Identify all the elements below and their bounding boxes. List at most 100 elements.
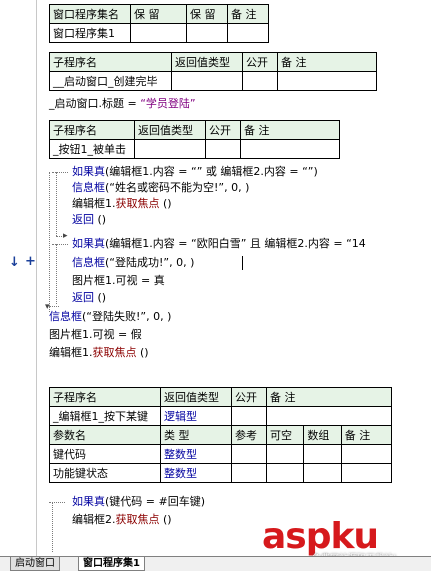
header-cell: 子程序名 [49, 52, 172, 72]
subroutine-name-cell[interactable]: __启动窗口_创建完毕 [49, 71, 172, 91]
table-cell[interactable] [227, 23, 269, 43]
table-cell[interactable] [186, 23, 228, 43]
code-line[interactable]: 信息框(“登陆成功!”, 0, ) [72, 255, 194, 271]
table-cell[interactable] [265, 463, 305, 483]
code-line[interactable]: 图片框1.可视 = 假 [49, 327, 142, 343]
code-keyword: 如果真 [72, 495, 105, 508]
code-object: 编辑框2. [72, 513, 116, 526]
header-cell: 参数名 [49, 425, 161, 445]
flow-line [52, 244, 68, 245]
param-name-cell[interactable]: 功能键状态 [49, 463, 161, 483]
code-line[interactable]: 编辑框1.获取焦点 () [49, 345, 149, 361]
header-cell: 公开 [242, 52, 278, 72]
table-cell[interactable] [340, 444, 393, 464]
header-cell: 返回值类型 [160, 387, 232, 407]
flow-line [52, 502, 53, 552]
gutter-separator [36, 0, 37, 556]
table-cell[interactable] [134, 139, 206, 159]
header-cell: 参考 [231, 425, 267, 445]
code-line[interactable]: 编辑框1.获取焦点 () [72, 196, 172, 212]
code-object: 编辑框1. [72, 197, 116, 210]
table-cell[interactable] [171, 71, 243, 91]
table-cell[interactable] [265, 444, 305, 464]
flow-arrow-icon: ▸ [63, 231, 68, 241]
param-name-cell[interactable]: 键代码 [49, 444, 161, 464]
code-line[interactable]: 信息框(“登陆失败!”, 0, ) [49, 309, 171, 325]
header-cell: 可空 [265, 425, 305, 445]
table-cell[interactable] [205, 139, 241, 159]
code-keyword: 返回 [72, 291, 94, 304]
subroutine-table-3: 子程序名 返回值类型 公开 备 注 _编辑框1_按下某键 逻辑型 参数名 类 型… [49, 387, 393, 483]
subroutine-name-cell[interactable]: _编辑框1_按下某键 [49, 406, 161, 426]
header-cell: 保 留 [130, 4, 187, 24]
flow-line [49, 306, 59, 307]
tab-program-set-1[interactable]: 窗口程序集1 [78, 557, 145, 571]
table-cell[interactable] [242, 71, 278, 91]
program-set-table: 窗口程序集名 保 留 保 留 备 注 窗口程序集1 [49, 4, 269, 43]
code-text: () [94, 291, 107, 304]
code-line[interactable]: _启动窗口.标题 = “学员登陆” [49, 96, 196, 112]
header-cell: 返回值类型 [171, 52, 243, 72]
table-row: 键代码 整数型 [49, 444, 393, 464]
code-string: “学员登陆” [140, 97, 196, 110]
code-property: .标题 = [98, 97, 141, 110]
code-object: 编辑框1. [49, 346, 93, 359]
table-cell[interactable] [340, 463, 393, 483]
flow-line [56, 172, 57, 236]
table-cell[interactable] [266, 406, 392, 426]
code-line[interactable]: 如果真(编辑框1.内容 = “” 或 编辑框2.内容 = “”) [72, 164, 318, 180]
code-method: 获取焦点 [115, 513, 160, 526]
line-gutter [0, 0, 38, 556]
return-type-cell[interactable]: 逻辑型 [160, 406, 232, 426]
code-text: () [94, 213, 107, 226]
expand-plus-icon[interactable]: + [25, 254, 36, 269]
param-type-cell[interactable]: 整数型 [160, 444, 232, 464]
header-cell: 子程序名 [49, 387, 161, 407]
header-cell: 窗口程序集名 [49, 4, 131, 24]
subroutine-table-2: 子程序名 返回值类型 公开 备 注 _按钮1_被单击 [49, 120, 340, 159]
code-text: (“登陆成功!”, 0, ) [105, 256, 195, 269]
table-cell[interactable] [277, 71, 377, 91]
header-cell: 返回值类型 [134, 120, 206, 140]
code-line[interactable]: 编辑框2.获取焦点 () [72, 512, 172, 528]
code-object: _启动窗口 [49, 97, 99, 110]
flow-line [52, 172, 68, 173]
table-cell[interactable] [130, 23, 187, 43]
code-line[interactable]: 返回 () [72, 290, 106, 306]
table-cell[interactable] [231, 463, 267, 483]
header-cell: 备 注 [227, 4, 269, 24]
code-line[interactable]: 如果真(键代码 = #回车键) [72, 494, 205, 510]
table-cell[interactable] [231, 406, 267, 426]
down-arrow-icon[interactable]: ↓ [9, 255, 20, 270]
subroutine-name-cell[interactable]: _按钮1_被单击 [49, 139, 135, 159]
code-text: (“登陆失败!”, 0, ) [82, 310, 172, 323]
tab-startup-window[interactable]: 启动窗口 [10, 557, 60, 571]
code-method: 获取焦点 [92, 346, 137, 359]
code-keyword: 返回 [72, 213, 94, 226]
code-text: () [136, 346, 149, 359]
code-line[interactable]: 图片框1.可视 = 真 [72, 273, 165, 289]
program-set-name-cell[interactable]: 窗口程序集1 [49, 23, 131, 43]
header-cell: 备 注 [340, 425, 393, 445]
code-line[interactable]: 信息框(“姓名或密码不能为空!”, 0, ) [72, 180, 249, 196]
code-keyword: 信息框 [49, 310, 82, 323]
code-line[interactable]: 如果真(编辑框1.内容 = “欧阳白雪” 且 编辑框2.内容 = “14 [72, 236, 366, 252]
code-text: () [159, 197, 172, 210]
code-line[interactable]: 返回 () [72, 212, 106, 228]
flow-line [56, 244, 57, 304]
header-cell: 备 注 [277, 52, 377, 72]
header-cell: 备 注 [240, 120, 340, 140]
code-keyword: 如果真 [72, 237, 105, 250]
header-cell: 公开 [231, 387, 267, 407]
code-text: () [159, 513, 172, 526]
table-cell[interactable] [231, 444, 267, 464]
table-cell[interactable] [240, 139, 340, 159]
param-type-cell[interactable]: 整数型 [160, 463, 232, 483]
table-cell[interactable] [303, 444, 342, 464]
header-cell: 数组 [303, 425, 342, 445]
code-method: 获取焦点 [115, 197, 160, 210]
table-cell[interactable] [303, 463, 342, 483]
text-cursor [242, 256, 243, 270]
code-text: (键代码 = #回车键) [105, 495, 206, 508]
header-cell: 保 留 [186, 4, 228, 24]
